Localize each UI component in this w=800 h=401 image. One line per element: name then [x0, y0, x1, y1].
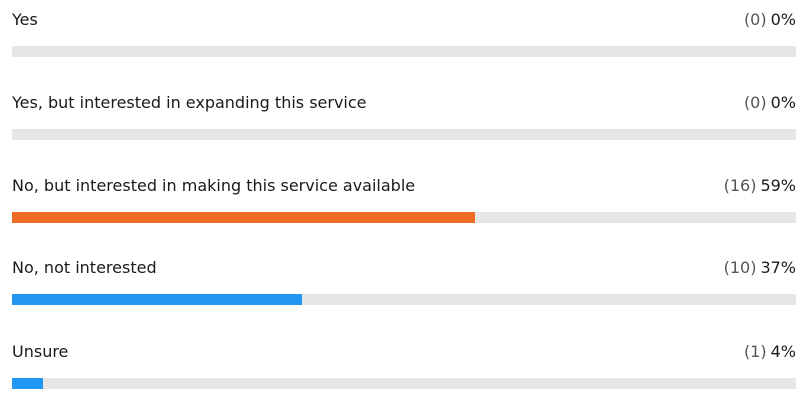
vote-count: (0): [743, 10, 767, 29]
result-row-no-interested: No, but interested in making this servic…: [12, 175, 796, 235]
vote-count: (10): [723, 258, 757, 277]
progress-bar: [12, 378, 43, 389]
option-stat: (16) 59%: [724, 175, 796, 197]
vote-percent: 59%: [760, 176, 796, 195]
option-stat: (10) 37%: [724, 257, 796, 279]
progress-bar: [12, 294, 302, 305]
vote-count: (1): [743, 342, 767, 361]
option-stat: (0) 0%: [744, 9, 796, 31]
vote-percent: 0%: [770, 10, 796, 29]
vote-count: (0): [743, 93, 767, 112]
option-stat: (0) 0%: [744, 92, 796, 114]
vote-percent: 0%: [770, 93, 796, 112]
progress-track: [12, 378, 796, 389]
result-row-yes: Yes (0) 0%: [12, 9, 796, 69]
vote-count: (16): [723, 176, 757, 195]
vote-percent: 4%: [770, 342, 796, 361]
option-label: Yes, but interested in expanding this se…: [12, 93, 367, 112]
result-row-yes-expanding: Yes, but interested in expanding this se…: [12, 92, 796, 152]
option-label: No, but interested in making this servic…: [12, 176, 416, 195]
progress-bar: [12, 212, 475, 223]
progress-track: [12, 294, 796, 305]
option-label: Yes: [12, 10, 38, 29]
progress-track: [12, 129, 796, 140]
progress-track: [12, 212, 796, 223]
option-stat: (1) 4%: [744, 341, 796, 363]
progress-track: [12, 46, 796, 57]
option-label: Unsure: [12, 342, 69, 361]
option-label: No, not interested: [12, 258, 157, 277]
vote-percent: 37%: [760, 258, 796, 277]
result-row-no-not-interested: No, not interested (10) 37%: [12, 257, 796, 317]
poll-results: Yes (0) 0% Yes, but interested in expandi…: [0, 0, 800, 389]
result-row-unsure: Unsure (1) 4%: [12, 341, 796, 401]
